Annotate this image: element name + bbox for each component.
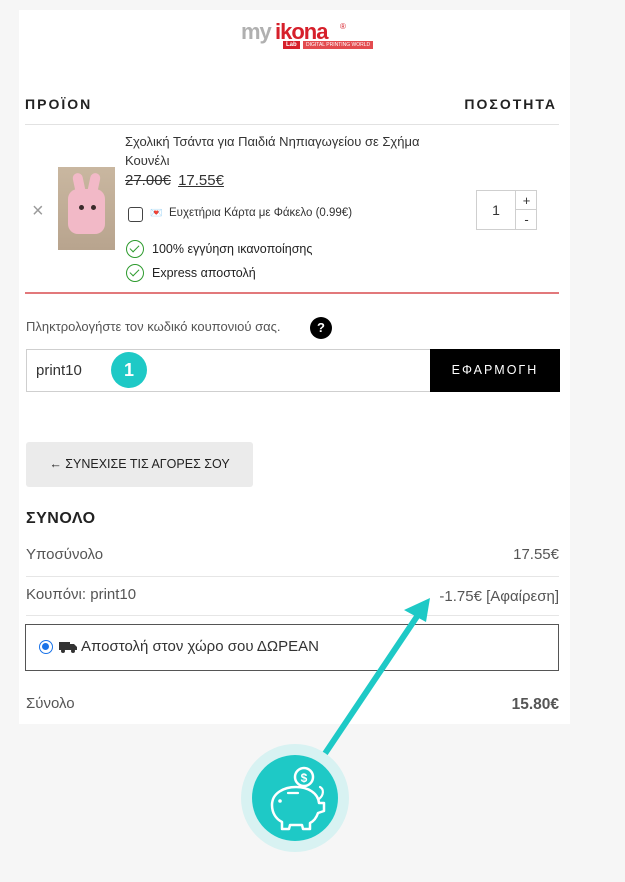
shipping-label: Αποστολή στον χώρο σου ΔΩΡΕΑΝ [81,638,319,655]
logo-registered-mark: ® [340,22,346,31]
column-header-quantity: ΠΟΣΟΤΗΤΑ [464,96,557,112]
logo-tagline: DIGITAL PRINTING WORLD [303,41,374,49]
close-icon[interactable]: × [32,200,44,223]
coupon-applied-label: Κουπόνι: print10 [26,586,137,603]
piggy-bank-glyph: $ [270,766,326,831]
coupon-prompt: Πληκτρολογήστε τον κωδικό κουπονιού σας. [26,319,281,334]
step-number-badge: 1 [111,352,147,388]
truck-icon [59,642,77,653]
piggy-bank-icon: $ [252,755,338,841]
product-image[interactable] [58,167,115,250]
check-circle-icon [126,240,144,258]
subtotal-value: 17.55€ [513,546,559,563]
feature-guarantee: 100% εγγύηση ικανοποίησης [152,242,313,256]
apply-coupon-button[interactable]: ΕΦΑΡΜΟΓΗ [430,349,560,392]
cart-panel: my ikona ® Lab DIGITAL PRINTING WORLD ΠΡ… [19,10,570,724]
price-original: 27.00€ [125,172,171,189]
totals-divider [26,576,559,577]
totals-divider [26,615,559,616]
quantity-input[interactable]: 1 [477,191,515,229]
feature-express-shipping: Express αποστολή [152,266,256,280]
logo-lab: Lab [283,41,300,49]
logo-my: my [241,19,272,44]
quantity-decrease-button[interactable]: - [515,210,537,229]
quantity-stepper: 1 + - [476,190,537,230]
price-discounted: 17.55€ [178,172,224,189]
subtotal-label: Υποσύνολο [26,546,104,563]
shipping-radio[interactable] [39,640,53,654]
quantity-increase-button[interactable]: + [515,191,537,210]
cart-divider [25,292,559,294]
question-icon[interactable]: ? [310,317,332,339]
addon-checkbox[interactable] [128,207,143,222]
check-circle-icon [126,264,144,282]
coupon-input[interactable]: print10 [26,349,431,392]
product-name[interactable]: Σχολική Τσάντα για Παιδιά Νηπιαγωγείου σ… [125,132,455,170]
brand-logo[interactable]: my ikona ® Lab DIGITAL PRINTING WORLD [241,17,374,57]
continue-shopping-button[interactable]: ← ΣΥΝΕΧΙΣΕ ΤΙΣ ΑΓΟΡΕΣ ΣΟΥ [26,442,253,487]
column-header-product: ΠΡΟΪΟΝ [25,96,93,112]
addon-label: Ευχετήρια Κάρτα με Φάκελο (0.99€) [169,207,353,219]
totals-title: ΣΥΝΟΛΟ [26,510,96,527]
coupon-discount-value[interactable]: -1.75€ [Αφαίρεση] [439,588,559,605]
shipping-option[interactable]: Αποστολή στον χώρο σου ΔΩΡΕΑΝ [25,624,559,671]
heart-envelope-icon: 💌 [150,208,163,219]
total-value: 15.80€ [511,696,559,713]
svg-text:$: $ [301,771,308,785]
total-label: Σύνολο [26,695,75,712]
product-price: 27.00€ 17.55€ [125,172,224,189]
header-divider [25,124,559,125]
